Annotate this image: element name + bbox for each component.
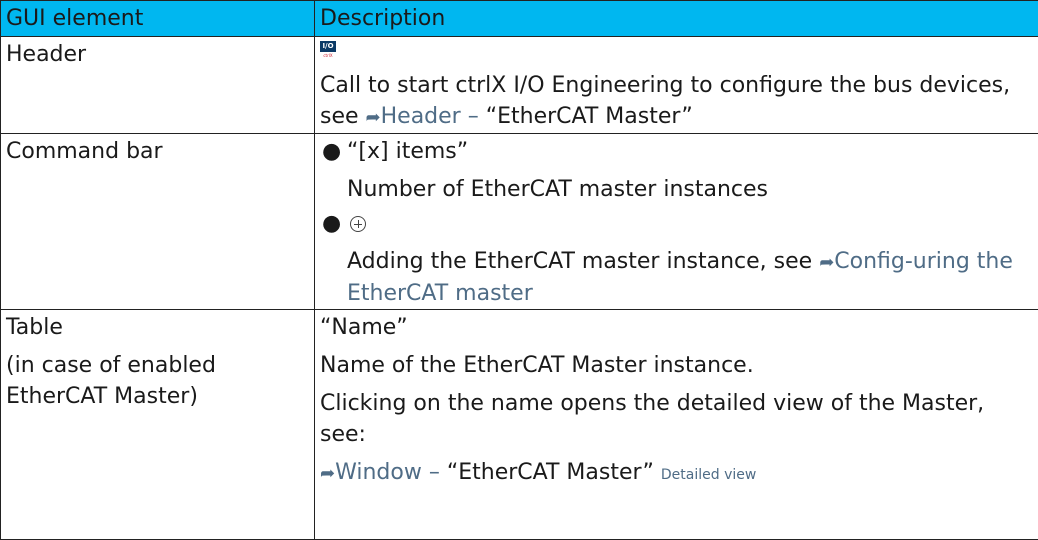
- gui-element-label: Command bar: [6, 139, 163, 164]
- table-header-row: GUI element Description: [1, 1, 1038, 37]
- gui-element-label: Header: [6, 42, 86, 67]
- table-row-table: Table (in case of enabled EtherCAT Maste…: [1, 310, 1038, 540]
- description-line: Clicking on the name opens the detailed …: [320, 388, 1032, 450]
- gui-element-label: Table: [6, 312, 308, 343]
- link-arrow-icon: ➦: [366, 107, 381, 128]
- command-bar-list: ● “[x] items” Number of EtherCAT master …: [320, 136, 1032, 309]
- cell-gui-element: Command bar: [1, 134, 315, 310]
- cell-description: ● “[x] items” Number of EtherCAT master …: [315, 134, 1038, 310]
- gui-element-note: (in case of enabled EtherCAT Master): [6, 350, 308, 412]
- column-header-gui-element: GUI element: [1, 1, 315, 37]
- link-arrow-icon: ➦: [320, 463, 335, 484]
- link-target-text: “EtherCAT Master”: [486, 104, 693, 129]
- bullet: ●: [322, 208, 341, 239]
- description-line: “Name”: [320, 312, 1032, 343]
- cell-description: I/O ctrlX Call to start ctrlX I/O Engine…: [315, 37, 1038, 134]
- link-window-ethercat-master[interactable]: Window –: [335, 460, 447, 485]
- link-suffix: Detailed view: [661, 467, 756, 483]
- link-target-text: “EtherCAT Master”: [447, 460, 654, 485]
- gui-element-table: GUI element Description Header I/O ctrlX…: [0, 0, 1038, 540]
- list-item: ● Adding the EtherCAT master instance, s…: [320, 208, 1032, 309]
- table-row-header: Header I/O ctrlX Call to start ctrlX I/O…: [1, 37, 1038, 134]
- description-line: Name of the EtherCAT Master instance.: [320, 350, 1032, 381]
- io-engineering-icon[interactable]: I/O ctrlX: [320, 41, 336, 59]
- bullet: ●: [322, 136, 341, 167]
- table-row-command-bar: Command bar ● “[x] items” Number of Ethe…: [1, 134, 1038, 310]
- list-item: ● “[x] items” Number of EtherCAT master …: [320, 136, 1032, 205]
- link-arrow-icon: ➦: [819, 252, 834, 273]
- cell-description: “Name” Name of the EtherCAT Master insta…: [315, 310, 1038, 540]
- column-header-description: Description: [315, 1, 1038, 37]
- cell-gui-element: Header: [1, 37, 315, 134]
- link-header-ethercat-master[interactable]: Header –: [381, 104, 486, 129]
- item-detail: Number of EtherCAT master instances: [347, 174, 1032, 205]
- item-title: “[x] items”: [347, 139, 468, 164]
- cell-gui-element: Table (in case of enabled EtherCAT Maste…: [1, 310, 315, 540]
- item-detail: Adding the EtherCAT master instance, see: [347, 249, 819, 274]
- add-circle-icon[interactable]: [350, 216, 366, 232]
